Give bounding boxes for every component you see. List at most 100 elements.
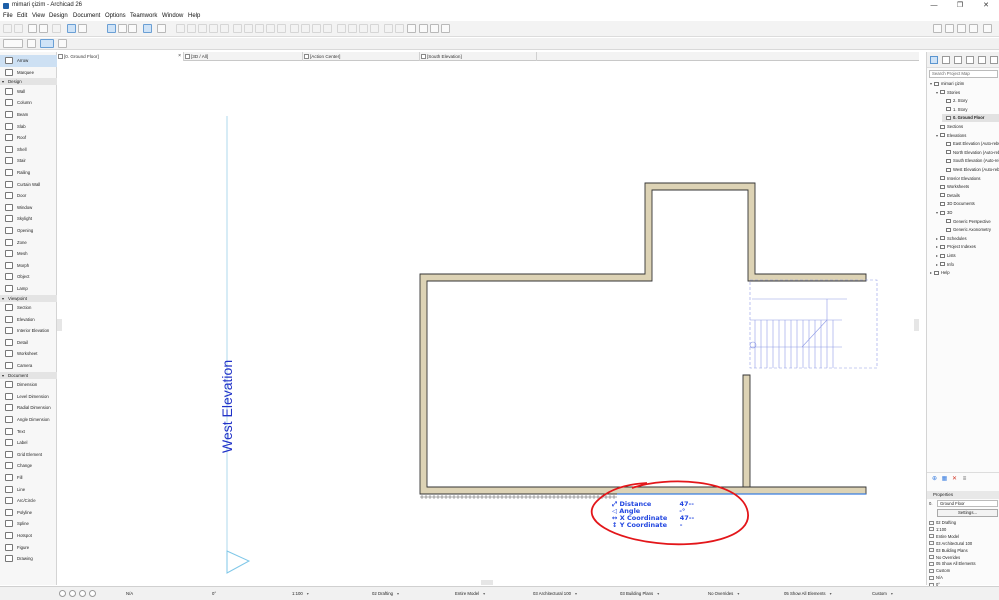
bottom-scroll-handle[interactable] [481,580,493,585]
renovation-filter-selector[interactable]: 05 Show All Elements ▾ [784,589,832,598]
toolbox-group-document[interactable]: ▾ Document [0,371,57,379]
tree-item-lists[interactable]: ▸ Lists [936,252,999,260]
tab-3d-all[interactable]: [3D / All] [184,52,303,61]
tree-item-north-elevation-auto-rebuild-model[interactable]: North Elevation (Auto-rebuild Model) [942,149,999,157]
navigator-menu-icon[interactable] [990,56,998,64]
tool-marquee[interactable]: Marquee [0,67,57,79]
wall-outline[interactable] [419,182,867,495]
view-map-icon[interactable] [942,56,950,64]
properties-header[interactable]: Properties [927,491,999,499]
tool-object[interactable]: Object [0,271,57,283]
explode-icon[interactable] [337,24,346,33]
organizer-icon[interactable] [978,56,986,64]
tool-shell[interactable]: Shell [0,144,57,156]
mirror-icon[interactable] [220,24,229,33]
close-window-button[interactable]: ✕ [973,0,999,12]
rotate-icon[interactable] [209,24,218,33]
tool-level-dimension[interactable]: Level Dimension [0,391,57,403]
menu-view[interactable]: View [32,13,45,19]
rotation-angle[interactable]: 0° [212,589,216,598]
bring-forward-icon[interactable] [384,24,393,33]
inject-icon[interactable] [39,24,48,33]
graphic-overrides-selector[interactable]: No Overrides ▾ [708,589,739,598]
stair-element[interactable] [749,279,878,369]
tree-item-mimari-izim[interactable]: ▾ mimari çizim [930,80,999,88]
left-scroll-handle[interactable] [57,319,62,331]
tool-railing[interactable]: Railing [0,167,57,179]
tree-item-elevations[interactable]: ▾ Elevations [936,132,999,140]
arrow-selection-method-icon[interactable] [3,39,23,48]
project-map-search-input[interactable]: Search Project Map [929,70,998,78]
tool-grid-element[interactable]: Grid Element [0,449,57,461]
tool-morph[interactable]: Morph [0,260,57,272]
layout-view-icon[interactable] [143,24,152,33]
tab-south-elevation[interactable]: [South Elevation] [420,52,537,61]
tool-change[interactable]: Change [0,460,57,472]
intersect-icon[interactable] [277,24,286,33]
render-icon[interactable] [430,24,439,33]
lock-icon[interactable] [370,24,379,33]
tool-interior-elevation[interactable]: Interior Elevation [0,325,57,337]
tree-item-worksheets[interactable]: Worksheets [936,183,999,191]
layer-combination-selector[interactable]: 02 Drafting ▾ [372,589,399,598]
tree-item-east-elevation-auto-rebuild-model[interactable]: East Elevation (Auto-rebuild Model) [942,140,999,148]
grid-snap-icon[interactable] [107,24,116,33]
menu-teamwork[interactable]: Teamwork [130,13,157,19]
tool-zone[interactable]: Zone [0,237,57,249]
resize-icon[interactable] [244,24,253,33]
menu-window[interactable]: Window [162,13,183,19]
tab-action-center[interactable]: [Action Center] [303,52,420,61]
tree-item-generic-perspective[interactable]: Generic Perspective [942,218,999,226]
tool-wall[interactable]: Wall [0,86,57,98]
toolbox-group-viewpoint[interactable]: ▾ Viewpoint [0,294,57,302]
tree-item-schedules[interactable]: ▸ Schedules [936,235,999,243]
floor-plan-canvas[interactable]: West Elevation ⤢ Distance 47-- ◁ Angle -° … [57,61,919,585]
floor-plan-icon[interactable] [419,24,428,33]
list-icon[interactable]: ≡ [961,476,968,483]
maximize-button[interactable]: ❐ [947,0,973,12]
fillet-icon[interactable] [301,24,310,33]
tree-item-info[interactable]: ▸ Info [936,261,999,269]
tree-item-0-ground-floor[interactable]: 0. Ground Floor [942,114,999,123]
tool-polyline[interactable]: Polyline [0,507,57,519]
close-tab-icon[interactable]: × [178,52,181,61]
tool-label[interactable]: Label [0,437,57,449]
right-scroll-handle[interactable] [914,319,919,331]
tool-mesh[interactable]: Mesh [0,248,57,260]
menu-design[interactable]: Design [49,13,68,19]
tree-item-help[interactable]: ▸ Help [930,269,999,277]
pen-set-selector[interactable]: 03 Architectural 100 ▾ [533,589,577,598]
suspend-groups-icon[interactable] [157,24,166,33]
tree-item-1-story[interactable]: 1. Story [942,106,999,114]
tool-elevation[interactable]: Elevation [0,314,57,326]
undo-zoom-icon[interactable] [59,590,66,597]
redo-icon[interactable] [14,24,23,33]
tool-spline[interactable]: Spline [0,518,57,530]
send-receive-icon[interactable] [945,24,954,33]
new-view-icon[interactable]: ⊕ [931,476,938,483]
adjust-icon[interactable] [266,24,275,33]
elevation-marker[interactable] [226,550,251,574]
trace-icon[interactable] [78,24,87,33]
message-icon[interactable] [969,24,978,33]
dimension-line[interactable] [420,495,617,499]
pick-up-icon[interactable] [28,24,37,33]
tool-fill[interactable]: Fill [0,472,57,484]
marquee-mode-icon[interactable] [27,39,36,48]
tool-beam[interactable]: Beam [0,109,57,121]
drag-icon[interactable] [198,24,207,33]
tool-skylight[interactable]: Skylight [0,213,57,225]
tool-arrow[interactable]: Arrow [0,55,57,67]
menu-edit[interactable]: Edit [17,13,27,19]
tab-ground-floor[interactable]: [0. Ground Floor] × [57,52,184,61]
tool-slab[interactable]: Slab [0,121,57,133]
layout-book-icon[interactable] [954,56,962,64]
remove-point-icon[interactable] [323,24,332,33]
distribute-icon[interactable] [187,24,196,33]
tree-item-details[interactable]: Details [936,192,999,200]
zoom-in-icon[interactable] [69,590,76,597]
tool-worksheet[interactable]: Worksheet [0,348,57,360]
tool-figure[interactable]: Figure [0,542,57,554]
teamwork-icon[interactable] [933,24,942,33]
tool-drawing[interactable]: Drawing [0,553,57,565]
